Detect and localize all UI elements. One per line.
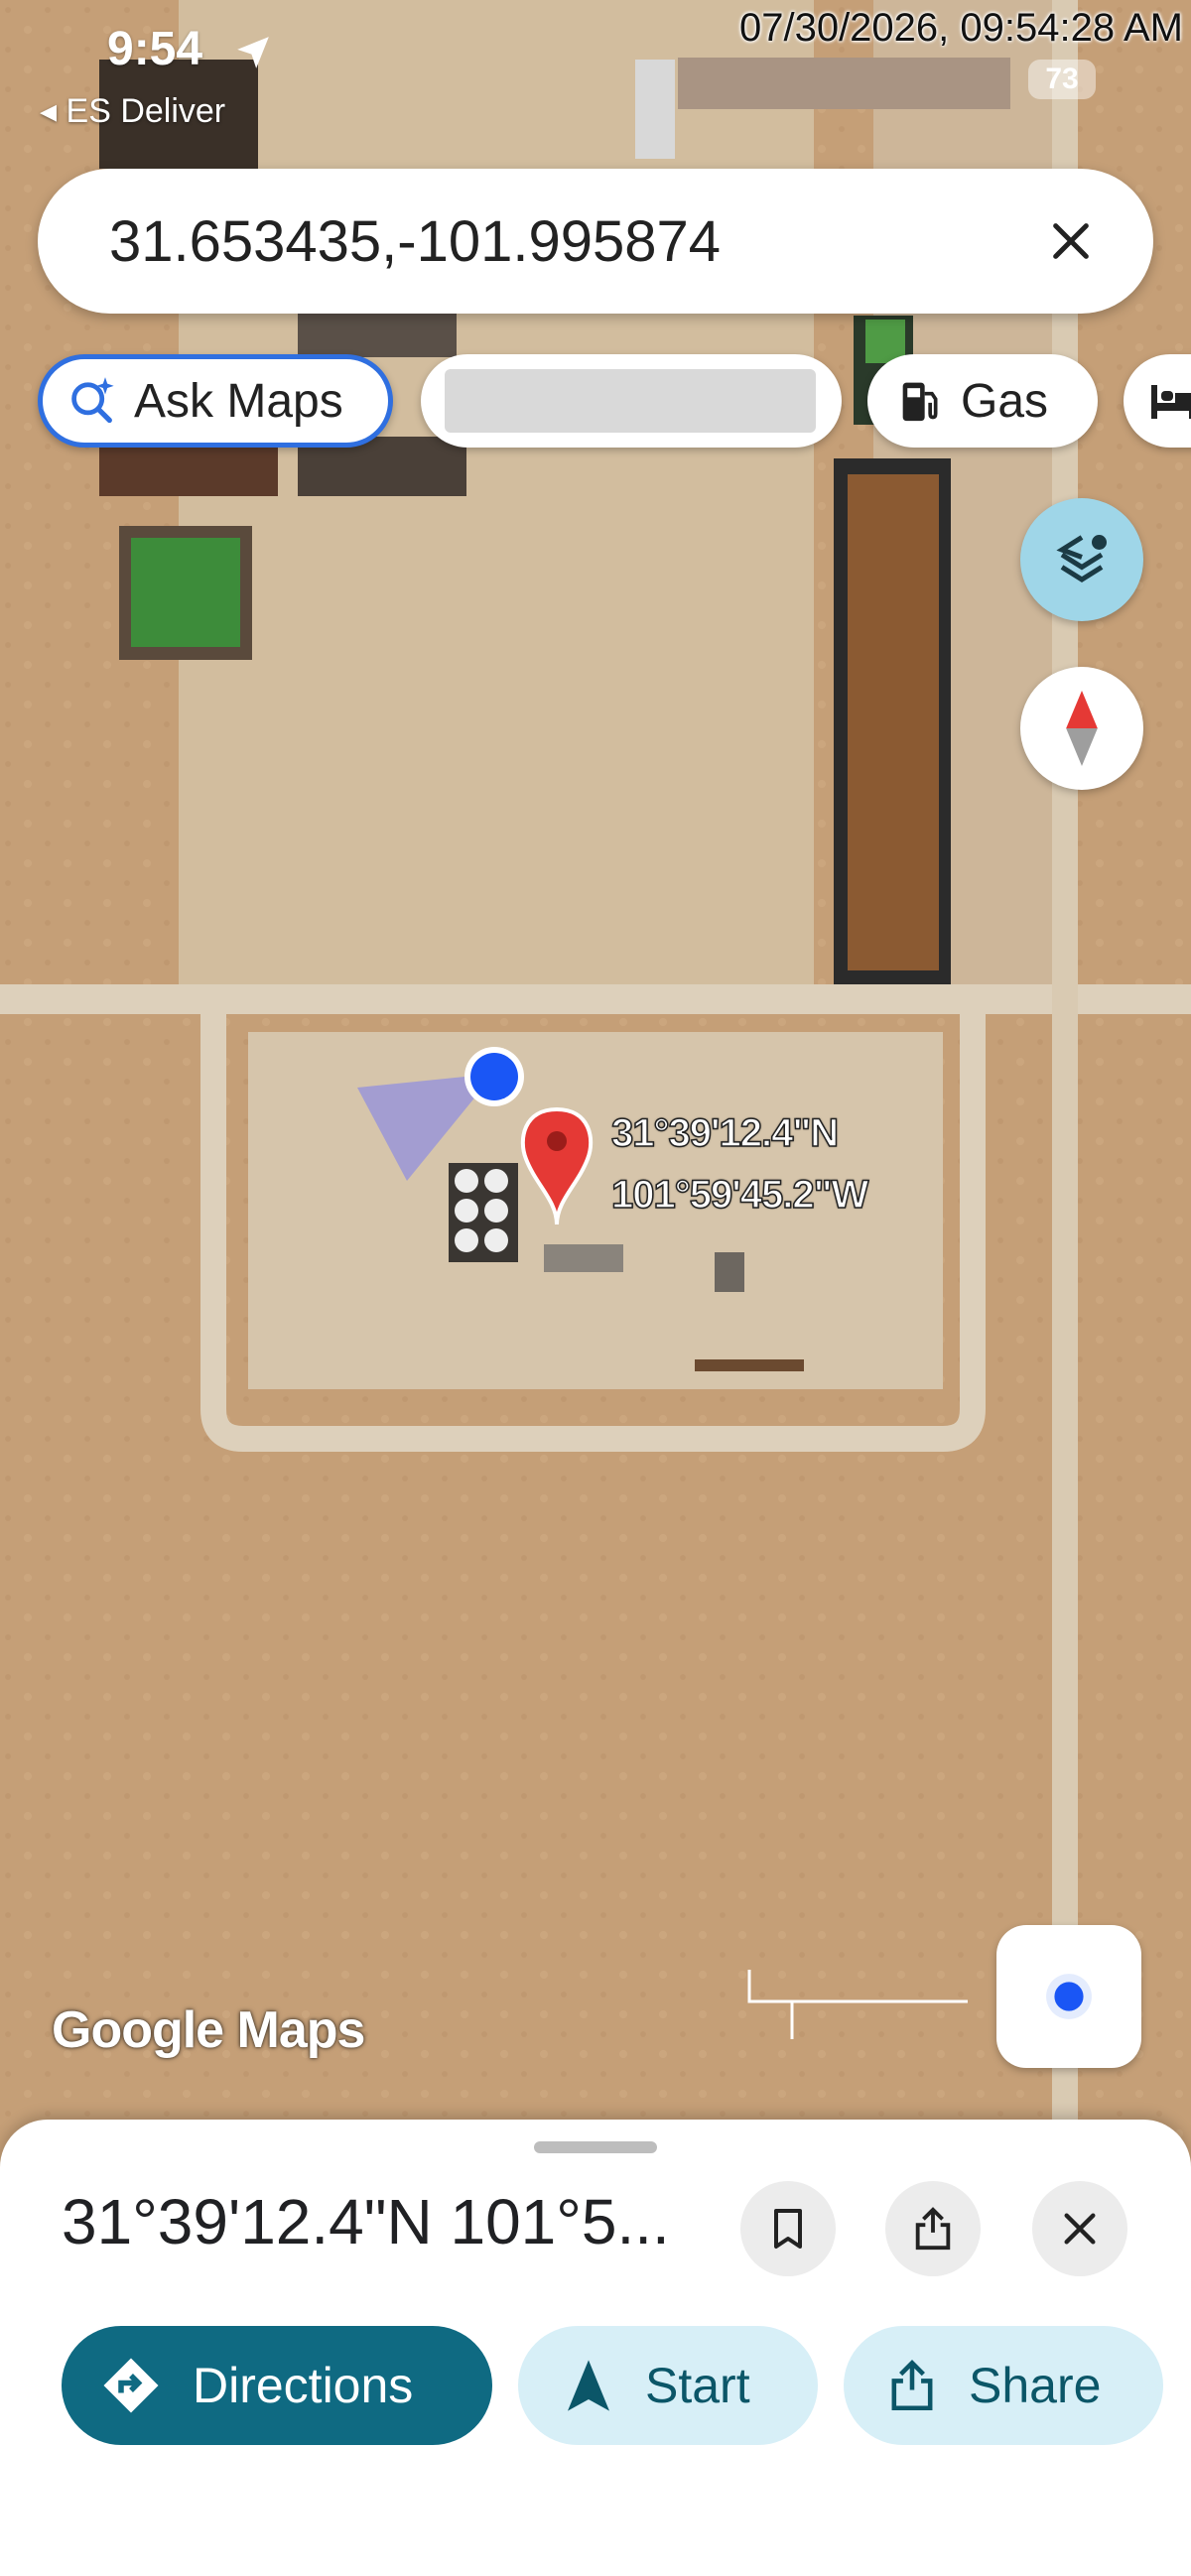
compass-icon	[1060, 691, 1104, 766]
google-maps-watermark: Google Maps	[52, 2001, 365, 2059]
close-icon	[1060, 2209, 1100, 2249]
hotel-bed-icon	[1149, 381, 1191, 421]
share-button[interactable]: Share	[844, 2326, 1163, 2445]
search-bar[interactable]: 31.653435,-101.995874	[38, 169, 1153, 314]
pin-longitude-label: 101°59'45.2"W	[610, 1172, 869, 1218]
my-location-button[interactable]	[996, 1925, 1141, 2068]
share-label: Share	[969, 2358, 1102, 2413]
gas-chip[interactable]: Gas	[867, 354, 1098, 448]
chip-label: Gas	[961, 374, 1049, 428]
status-time: 9:54	[107, 23, 203, 75]
ask-maps-chip[interactable]: Ask Maps	[38, 354, 393, 448]
gas-pump-icon	[899, 377, 943, 425]
pin-latitude-label: 31°39'12.4"N	[610, 1110, 840, 1156]
redacted-chip[interactable]	[421, 354, 842, 448]
start-button[interactable]: Start	[518, 2326, 818, 2445]
overlay-timestamp: 07/30/2026, 09:54:28 AM	[738, 6, 1183, 50]
close-icon[interactable]	[1036, 206, 1106, 276]
layers-button[interactable]	[1020, 498, 1143, 621]
chip-label: Ask Maps	[134, 374, 343, 428]
search-input[interactable]: 31.653435,-101.995874	[109, 208, 1036, 275]
layers-icon	[1052, 530, 1112, 589]
place-bottom-sheet[interactable]: 31°39'12.4"N 101°5... Directions Start S…	[0, 2120, 1191, 2576]
battery-indicator: 73	[1028, 60, 1096, 99]
status-redaction	[678, 58, 1010, 109]
back-to-app[interactable]: ◂ ES Deliver	[40, 91, 225, 131]
close-sheet-button[interactable]	[1032, 2181, 1127, 2276]
sheet-drag-handle[interactable]	[534, 2141, 657, 2153]
back-caret-icon: ◂	[40, 92, 66, 130]
directions-label: Directions	[193, 2358, 414, 2413]
place-title: 31°39'12.4"N 101°5...	[62, 2186, 670, 2257]
start-arrow-icon	[564, 2358, 613, 2413]
my-location-icon	[1044, 1972, 1094, 2021]
directions-button[interactable]: Directions	[62, 2326, 492, 2445]
directions-icon	[101, 2356, 161, 2415]
compass-button[interactable]	[1020, 667, 1143, 790]
save-button[interactable]	[740, 2181, 836, 2276]
navigation-arrow-icon	[237, 37, 269, 68]
start-label: Start	[645, 2358, 750, 2413]
bookmark-icon	[768, 2207, 808, 2251]
redacted-text	[445, 369, 816, 433]
share-icon	[911, 2206, 955, 2252]
share-icon-button[interactable]	[885, 2181, 981, 2276]
ask-maps-sparkle-icon	[66, 375, 118, 427]
share-icon	[887, 2358, 937, 2413]
